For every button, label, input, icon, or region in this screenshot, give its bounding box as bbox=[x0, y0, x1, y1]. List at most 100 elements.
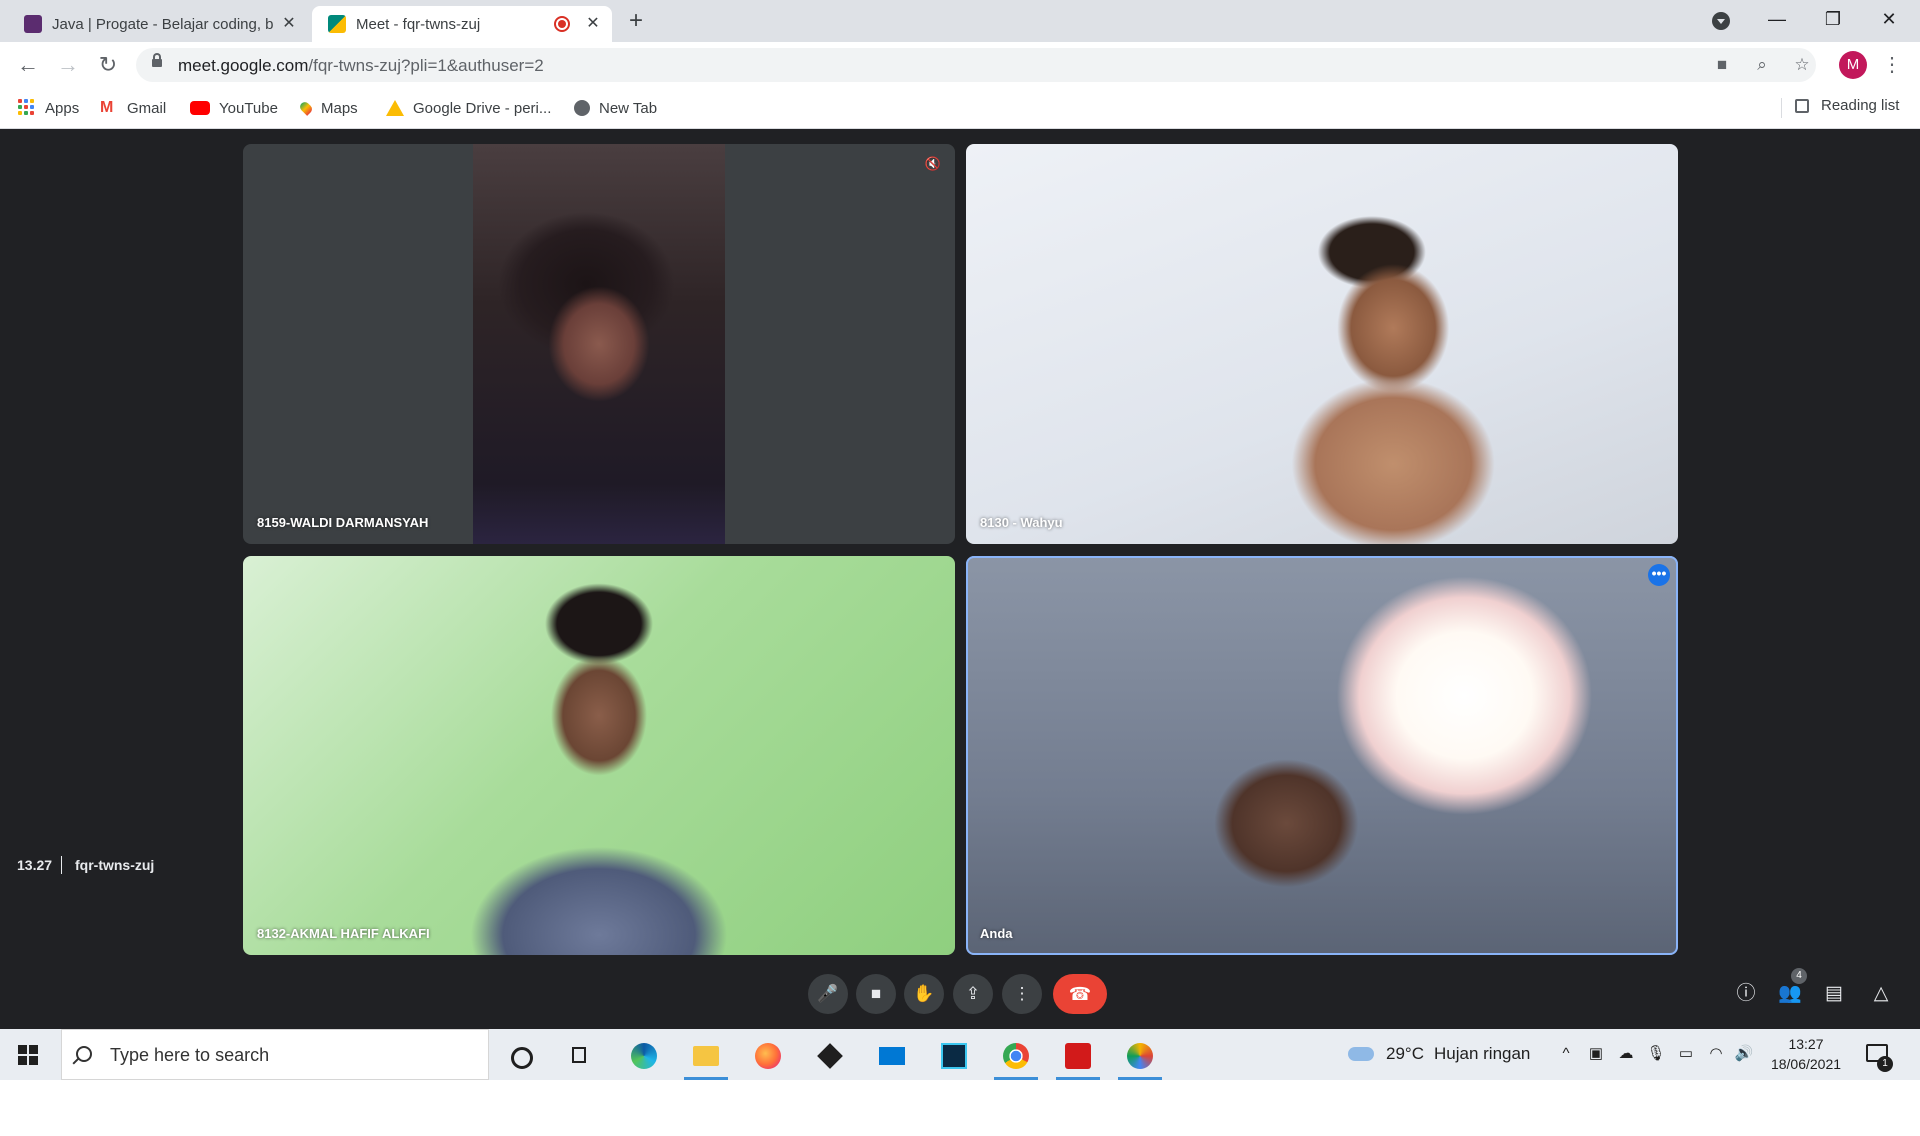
bookmark-gmail[interactable]: M Gmail bbox=[100, 97, 166, 119]
taskbar-acrobat[interactable] bbox=[1052, 1035, 1104, 1080]
restore-button[interactable]: ❐ bbox=[1810, 4, 1856, 34]
tab-title: Meet - fqr-twns-zuj bbox=[356, 15, 481, 33]
participant-name: Anda bbox=[980, 926, 1013, 941]
taskbar-chrome[interactable] bbox=[990, 1035, 1042, 1080]
bookmark-youtube[interactable]: YouTube bbox=[190, 97, 278, 119]
activities-icon[interactable]: △ bbox=[1866, 979, 1896, 1009]
bookmarks-bar: Apps M Gmail YouTube Maps Google Drive -… bbox=[0, 88, 1920, 129]
taskbar-dropbox[interactable] bbox=[804, 1035, 856, 1080]
taskbar-search-input[interactable]: Type here to search bbox=[61, 1029, 489, 1080]
bookmark-label: Gmail bbox=[127, 99, 167, 117]
participant-name: 8159-WALDI DARMANSYAH bbox=[257, 515, 429, 530]
search-icon bbox=[76, 1046, 92, 1062]
zoom-icon[interactable]: ⌕ bbox=[1750, 53, 1774, 77]
recording-indicator-icon bbox=[554, 16, 570, 32]
browser-toolbar: ← → ↻ meet.google.com/fqr-twns-zuj?pli=1… bbox=[0, 42, 1920, 88]
weather-widget[interactable]: 29°C Hujan ringan bbox=[1348, 1044, 1530, 1064]
task-view-button[interactable] bbox=[554, 1035, 606, 1080]
people-count-badge: 4 bbox=[1791, 968, 1807, 984]
tray-meet-icon[interactable]: ▣ bbox=[1586, 1044, 1606, 1064]
self-view-tile[interactable]: ••• Anda bbox=[966, 556, 1678, 955]
reload-button[interactable]: ↻ bbox=[94, 51, 122, 79]
firefox-icon bbox=[755, 1043, 781, 1069]
more-options-button[interactable]: ⋮ bbox=[1002, 974, 1042, 1014]
acrobat-icon bbox=[1065, 1043, 1091, 1069]
bookmark-label: Google Drive - peri... bbox=[413, 99, 552, 117]
tray-microphone-icon[interactable]: 🎙 bbox=[1646, 1044, 1666, 1064]
bookmark-label: Maps bbox=[321, 99, 358, 117]
muted-mic-icon: 🔇 bbox=[924, 156, 942, 171]
tray-battery-icon[interactable]: ▭ bbox=[1676, 1044, 1696, 1064]
raise-hand-button[interactable]: ✋ bbox=[904, 974, 944, 1014]
chrome-icon bbox=[1003, 1043, 1029, 1069]
reading-list-button[interactable]: Reading list bbox=[1795, 97, 1899, 114]
taskbar-mail[interactable] bbox=[866, 1035, 918, 1080]
tab-close-icon[interactable]: ✕ bbox=[278, 13, 300, 35]
tray-clock-date[interactable]: 18/06/2021 bbox=[1766, 1056, 1846, 1072]
camera-permission-icon[interactable]: ■ bbox=[1710, 53, 1734, 77]
youtube-icon bbox=[190, 101, 210, 115]
profile-avatar[interactable]: M bbox=[1839, 51, 1867, 79]
bookmark-label: New Tab bbox=[599, 99, 658, 117]
taskbar-edge[interactable] bbox=[618, 1035, 670, 1080]
tray-onedrive-icon[interactable]: ☁ bbox=[1616, 1044, 1636, 1064]
present-screen-button[interactable]: ⇪ bbox=[953, 974, 993, 1014]
weather-description: Hujan ringan bbox=[1433, 1044, 1531, 1063]
bookmark-new-tab[interactable]: New Tab bbox=[574, 97, 657, 119]
bookmark-maps[interactable]: Maps bbox=[298, 97, 358, 119]
tab-search-icon[interactable] bbox=[1712, 12, 1730, 30]
end-call-button[interactable]: ☎ bbox=[1053, 974, 1107, 1014]
close-window-button[interactable]: ✕ bbox=[1866, 4, 1912, 34]
tab-close-icon[interactable]: ✕ bbox=[582, 13, 604, 35]
taskbar-paint[interactable] bbox=[1114, 1035, 1166, 1080]
taskbar-firefox[interactable] bbox=[742, 1035, 794, 1080]
maps-pin-icon bbox=[298, 100, 314, 116]
task-view-icon bbox=[572, 1047, 586, 1063]
divider bbox=[61, 856, 62, 874]
tray-wifi-icon[interactable]: ◠ bbox=[1706, 1044, 1726, 1064]
new-tab-button[interactable]: + bbox=[622, 8, 650, 36]
participant-tile[interactable]: 8132-AKMAL HAFIF ALKAFI bbox=[243, 556, 955, 955]
taskbar-store[interactable] bbox=[928, 1035, 980, 1080]
participant-tile[interactable]: 🔇 8159-WALDI DARMANSYAH bbox=[243, 144, 955, 544]
browser-tab-strip: Java | Progate - Belajar coding, b ✕ Mee… bbox=[0, 0, 1920, 42]
windows-start-icon[interactable] bbox=[18, 1045, 38, 1065]
address-bar[interactable]: meet.google.com/fqr-twns-zuj?pli=1&authu… bbox=[136, 48, 1816, 82]
tray-clock-time[interactable]: 13:27 bbox=[1771, 1036, 1841, 1052]
chat-icon[interactable]: ▤ bbox=[1819, 979, 1849, 1009]
cortana-icon bbox=[511, 1047, 533, 1069]
meet-favicon-icon bbox=[328, 15, 346, 33]
meeting-info-icon[interactable]: ⓘ bbox=[1731, 979, 1761, 1009]
tile-more-options-icon[interactable]: ••• bbox=[1648, 564, 1670, 586]
bookmark-apps[interactable]: Apps bbox=[18, 97, 79, 119]
url-text[interactable]: meet.google.com/fqr-twns-zuj?pli=1&authu… bbox=[178, 56, 544, 76]
participant-video bbox=[473, 144, 725, 544]
microphone-button[interactable]: 🎤 bbox=[808, 974, 848, 1014]
tray-volume-icon[interactable]: 🔊 bbox=[1734, 1044, 1754, 1064]
tray-chevron-icon[interactable]: ^ bbox=[1556, 1044, 1576, 1064]
paint-icon bbox=[1127, 1043, 1153, 1069]
participant-tile[interactable]: 8130 - Wahyu bbox=[966, 144, 1678, 544]
store-icon bbox=[941, 1043, 967, 1069]
progate-favicon-icon bbox=[24, 15, 42, 33]
forward-button[interactable]: → bbox=[54, 51, 82, 79]
blank-area bbox=[0, 1080, 1920, 1136]
reading-list-icon bbox=[1795, 98, 1809, 113]
camera-button[interactable]: ■ bbox=[856, 974, 896, 1014]
browser-menu-icon[interactable]: ⋮ bbox=[1882, 51, 1902, 79]
lock-icon[interactable] bbox=[152, 53, 162, 67]
dropbox-icon bbox=[817, 1043, 843, 1069]
drive-icon bbox=[386, 100, 404, 116]
tab-meet[interactable]: Meet - fqr-twns-zuj ✕ bbox=[312, 6, 612, 42]
minimize-button[interactable]: — bbox=[1754, 4, 1800, 34]
meeting-code: fqr-twns-zuj bbox=[75, 857, 155, 873]
back-button[interactable]: ← bbox=[14, 51, 42, 79]
bookmark-star-icon[interactable]: ☆ bbox=[1790, 53, 1814, 77]
tab-progate[interactable]: Java | Progate - Belajar coding, b ✕ bbox=[8, 6, 308, 42]
taskbar-file-explorer[interactable] bbox=[680, 1035, 732, 1080]
rain-cloud-icon bbox=[1348, 1047, 1374, 1061]
cortana-button[interactable] bbox=[494, 1035, 546, 1080]
divider bbox=[1781, 98, 1782, 118]
bookmark-google-drive[interactable]: Google Drive - peri... bbox=[386, 97, 551, 119]
meet-call-area: 🔇 8159-WALDI DARMANSYAH 8130 - Wahyu 813… bbox=[0, 129, 1920, 1029]
